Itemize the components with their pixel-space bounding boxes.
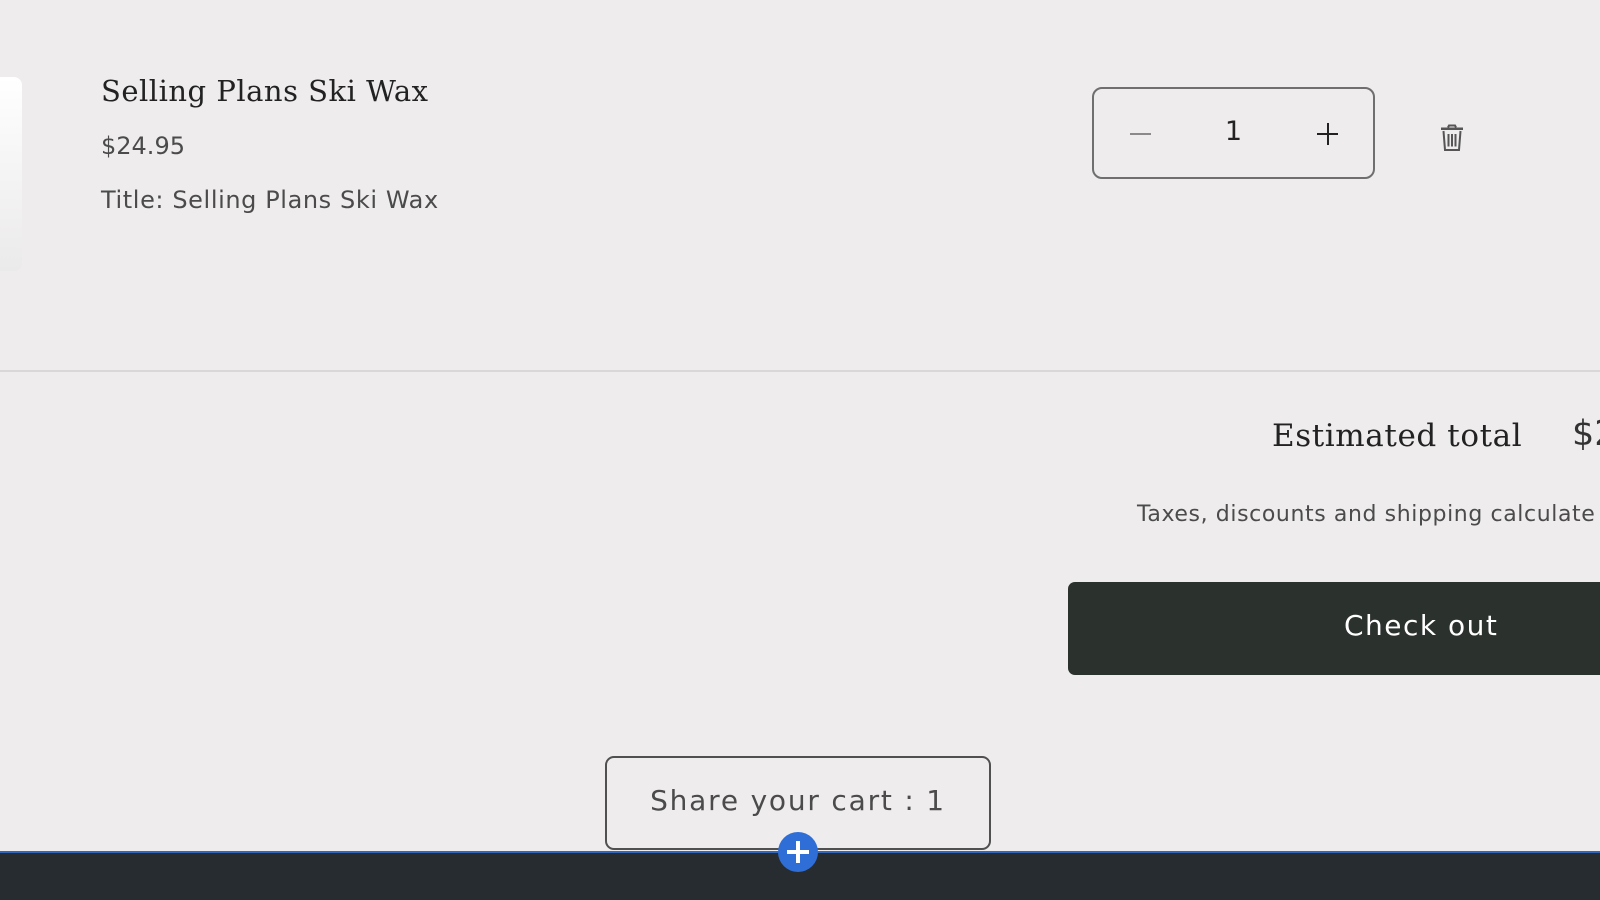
quantity-stepper[interactable]: 1 — [1092, 87, 1375, 179]
product-option: Title: Selling Plans Ski Wax — [101, 186, 439, 214]
add-section-button[interactable] — [778, 832, 818, 872]
product-image[interactable] — [0, 77, 22, 271]
product-title[interactable]: Selling Plans Ski Wax — [101, 74, 429, 108]
estimated-total-label: Estimated total — [1272, 418, 1523, 454]
quantity-increase-button[interactable] — [1281, 89, 1373, 177]
quantity-input[interactable]: 1 — [1186, 116, 1281, 147]
minus-icon — [1130, 133, 1151, 135]
share-cart-label: Share your cart : 1 — [650, 784, 946, 817]
checkout-button[interactable]: Check out — [1068, 582, 1600, 675]
trash-icon — [1441, 124, 1463, 151]
quantity-decrease-button[interactable] — [1094, 89, 1186, 177]
estimated-total-value: $2 — [1572, 414, 1600, 454]
checkout-button-label: Check out — [1344, 609, 1499, 642]
remove-item-button[interactable] — [1439, 124, 1465, 152]
product-price: $24.95 — [101, 132, 185, 160]
tax-note: Taxes, discounts and shipping calculate — [1137, 502, 1596, 527]
cart-divider — [0, 370, 1600, 372]
